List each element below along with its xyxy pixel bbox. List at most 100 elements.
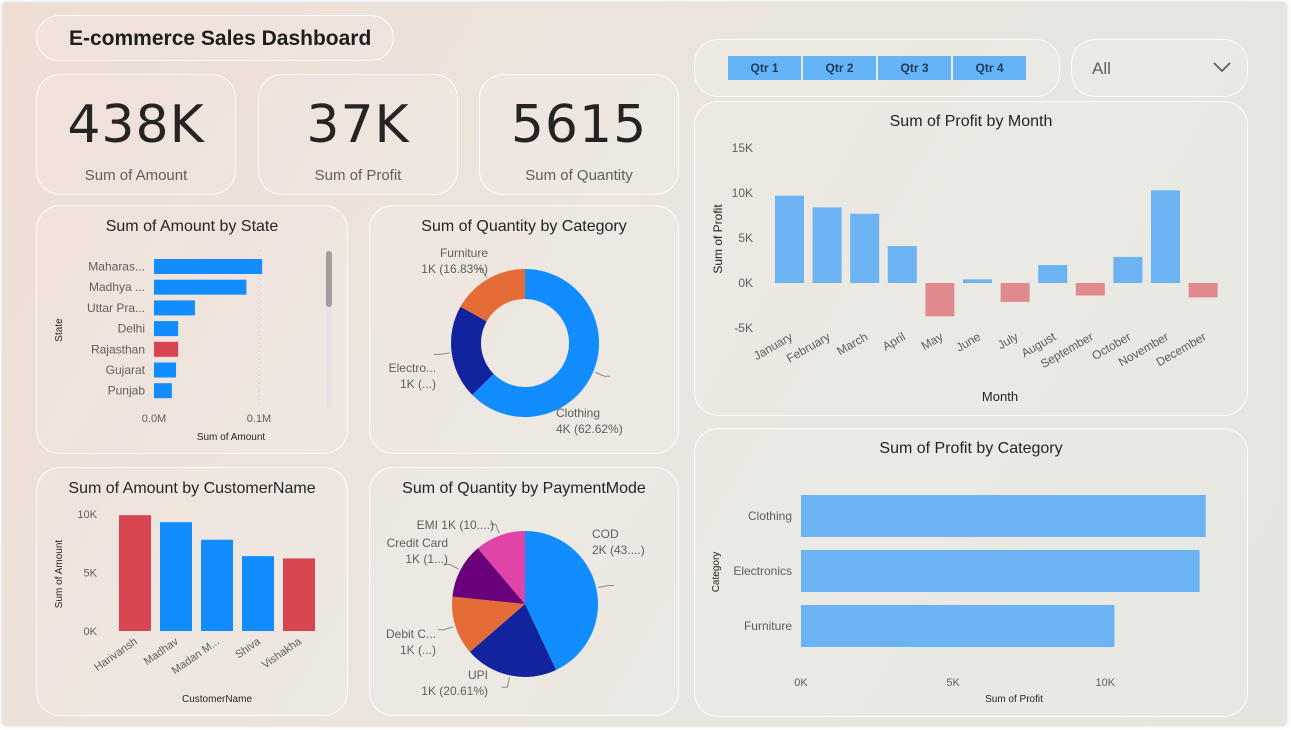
y-tick-label: 10K (77, 509, 97, 521)
y-tick-label: 0K (84, 626, 98, 638)
category-dropdown[interactable]: All (1071, 39, 1248, 97)
quarter-button[interactable]: Qtr 4 (953, 56, 1026, 80)
data-label: 2K (43....) (592, 543, 645, 557)
data-label: Debit C... (386, 627, 436, 641)
data-label: Furniture (440, 246, 488, 260)
kpi-card-amount[interactable]: 438K Sum of Amount (36, 74, 236, 195)
quarter-button[interactable]: Qtr 3 (878, 56, 951, 80)
y-tick-label: 10K (732, 186, 753, 200)
bar (242, 556, 274, 631)
leader-line (501, 677, 511, 688)
bar (963, 279, 992, 283)
data-label: 1K (20.61%) (421, 684, 488, 698)
data-label: Clothing (556, 406, 600, 420)
bar (850, 213, 880, 283)
bar (801, 605, 1115, 647)
kpi-card-quantity[interactable]: 5615 Sum of Quantity (479, 74, 679, 195)
bar (119, 515, 151, 631)
amount-by-customer-card: Sum of Amount by CustomerName 0K 5K 10K Har… (36, 467, 348, 716)
profit-by-category-card: Sum of Profit by Category Clothing Electr… (694, 428, 1248, 717)
y-tick-label: 0K (738, 276, 753, 290)
category-label: Uttar Pra... (87, 301, 145, 315)
x-tick-label: 10K (1095, 677, 1115, 689)
bar (1151, 190, 1180, 283)
data-label: Electro... (389, 361, 436, 375)
y-tick-label: -5K (734, 321, 753, 335)
kpi-card-profit[interactable]: 37K Sum of Profit (258, 74, 458, 195)
data-label: Credit Card (387, 536, 448, 550)
bar (775, 195, 804, 283)
category-label: Madhya ... (89, 280, 145, 294)
bar (154, 362, 177, 378)
category-label: Gujarat (106, 363, 146, 377)
kpi-label: Sum of Quantity (525, 167, 633, 184)
kpi-label: Sum of Profit (314, 167, 402, 184)
x-tick-label: 5K (946, 677, 960, 689)
quantity-by-payment-chart[interactable]: COD 2K (43....) UPI 1K (20.61%) Debit C... 1K… (370, 468, 680, 717)
bar (154, 321, 179, 337)
kpi-value: 438K (67, 95, 205, 155)
dashboard-title: E-commerce Sales Dashboard (69, 27, 372, 50)
category-label: Shiva (233, 635, 263, 661)
data-label: 1K (1...) (405, 552, 448, 566)
y-axis-label: State (54, 318, 65, 342)
category-label: February (784, 329, 833, 365)
amount-by-state-card: Sum of Amount by State 0.0M 0.1M Maharas..… (36, 205, 348, 454)
x-axis-label: CustomerName (182, 694, 252, 705)
category-label: Maharas... (88, 260, 145, 274)
data-label: 4K (62.62%) (556, 422, 623, 436)
y-axis-label: Sum of Amount (54, 540, 65, 609)
x-axis-label: Month (982, 389, 1018, 404)
bar (1000, 283, 1030, 302)
category-label: May (919, 329, 946, 352)
title-card: E-commerce Sales Dashboard (36, 15, 394, 61)
chevron-down-icon[interactable] (1212, 60, 1232, 74)
bar (801, 495, 1206, 537)
kpi-value: 5615 (510, 95, 648, 155)
bar (283, 558, 315, 631)
bar (887, 246, 917, 283)
y-axis-label: Sum of Profit (711, 204, 725, 274)
profit-by-category-chart[interactable]: ClothingElectronicsFurniture0K 5K 10KSum o… (695, 429, 1249, 718)
bar (154, 279, 247, 295)
bar (160, 522, 192, 631)
x-tick-label: 0.0M (142, 413, 166, 425)
data-label: EMI 1K (10....) (417, 518, 494, 532)
report-canvas: E-commerce Sales Dashboard 438K Sum of A… (3, 3, 1286, 725)
profit-by-month-chart[interactable]: -5K0K5K10K15KJanuaryFebruary March April Ma… (695, 102, 1249, 417)
dropdown-value: All (1092, 59, 1111, 78)
bar (925, 283, 955, 317)
category-label: Harivansh (92, 636, 139, 674)
bar (1075, 283, 1105, 296)
x-axis-label: Sum of Amount (197, 432, 266, 443)
category-label: April (880, 329, 908, 353)
data-label: UPI (468, 668, 488, 682)
data-label: 1K (...) (400, 643, 436, 657)
quarter-button[interactable]: Qtr 2 (803, 56, 876, 80)
leader-line (437, 626, 454, 631)
kpi-value: 37K (306, 95, 410, 155)
category-label: Rajasthan (91, 342, 145, 356)
amount-by-customer-chart[interactable]: 0K5K10KHarivansh MadhavMadan M... ShivaVis… (37, 468, 349, 717)
category-label: Clothing (748, 509, 792, 523)
category-label: Delhi (118, 322, 145, 336)
bar (1038, 265, 1068, 283)
category-label: Electronics (733, 564, 792, 578)
kpi-label: Sum of Amount (84, 167, 188, 184)
x-tick-label: 0.1M (247, 413, 271, 425)
category-label: June (953, 329, 983, 354)
category-label: July (995, 329, 1020, 352)
y-tick-label: 5K (84, 568, 98, 580)
y-tick-label: 5K (738, 231, 753, 245)
quantity-by-category-card: Sum of Quantity by Category Clothing 4K (… (369, 205, 679, 454)
leader-line (433, 352, 450, 355)
bar (1113, 256, 1143, 283)
scrollbar-thumb (326, 251, 332, 307)
quantity-by-category-chart[interactable]: Clothing 4K (62.62%) Electro... 1K (...) Fur… (370, 206, 680, 455)
category-label: Punjab (108, 384, 146, 398)
bar (801, 550, 1200, 592)
amount-by-state-chart[interactable]: 0.0M 0.1M Maharas... Madhya ... Uttar Pra...… (37, 206, 349, 455)
bar (1188, 283, 1218, 298)
quarter-button[interactable]: Qtr 1 (728, 56, 801, 80)
category-label: March (834, 329, 870, 358)
